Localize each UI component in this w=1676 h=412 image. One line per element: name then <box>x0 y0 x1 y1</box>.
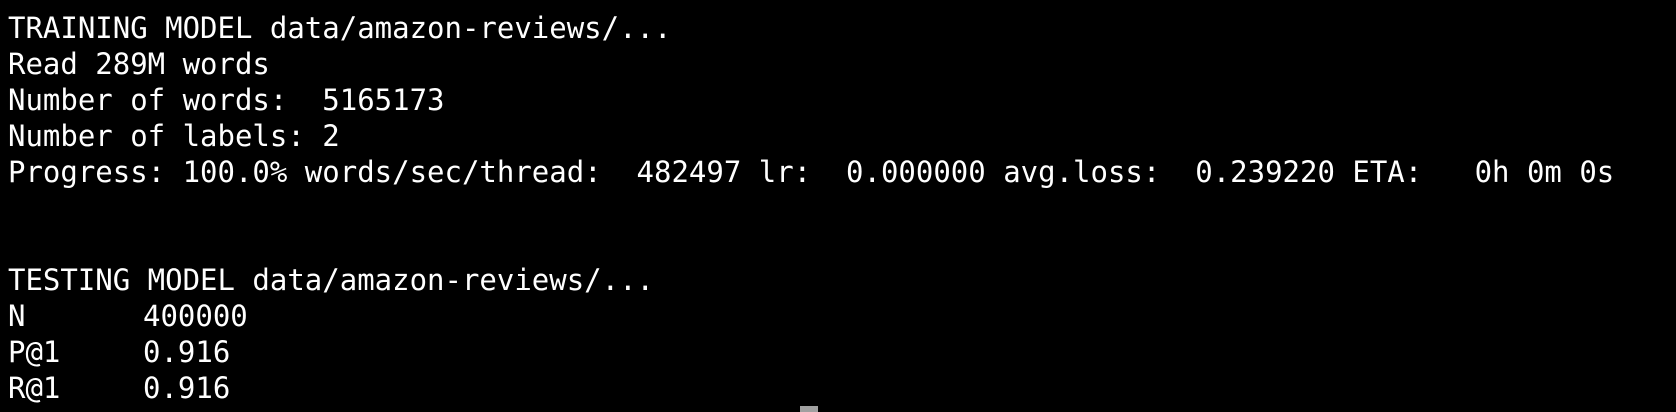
text-cursor <box>800 406 818 412</box>
read-words-line: Read 289M words <box>8 47 270 81</box>
result-row-recall: R@1 0.916 <box>8 370 1676 406</box>
progress-line: Progress: 100.0% words/sec/thread: 48249… <box>8 155 1615 189</box>
num-labels-line: Number of labels: 2 <box>8 119 340 153</box>
result-value: 400000 <box>143 299 248 333</box>
train-header-line: TRAINING MODEL data/amazon-reviews/... <box>8 11 672 45</box>
result-row-n: N 400000 <box>8 298 1676 334</box>
result-label: R@1 <box>8 371 61 405</box>
test-header-line: TESTING MODEL data/amazon-reviews/... <box>8 263 655 297</box>
result-value: 0.916 <box>143 335 231 369</box>
result-label: N <box>8 299 26 333</box>
result-value: 0.916 <box>143 371 231 405</box>
num-words-line: Number of words: 5165173 <box>8 83 445 117</box>
terminal-window[interactable]: TRAINING MODEL data/amazon-reviews/... R… <box>0 0 1676 412</box>
result-label: P@1 <box>8 335 61 369</box>
result-row-precision: P@1 0.916 <box>8 334 1676 370</box>
